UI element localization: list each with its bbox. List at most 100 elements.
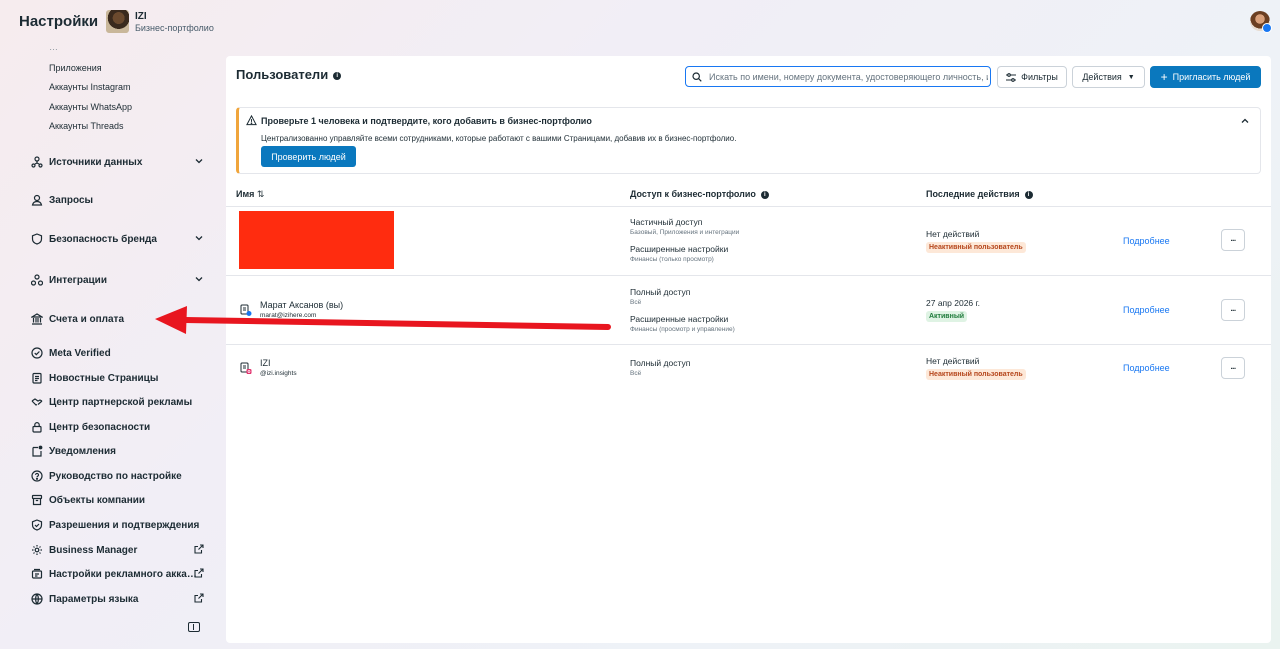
sidebar-item-label: Счета и оплата (49, 313, 125, 325)
external-link-icon (194, 593, 204, 603)
column-header-access: Доступ к бизнес-портфолио i (630, 189, 769, 199)
access-sub: Всё (630, 299, 642, 306)
gear-icon (30, 544, 43, 557)
sidebar-item-notifications[interactable]: Уведомления (30, 440, 210, 462)
sidebar-item-label: Интеграции (49, 274, 107, 286)
sidebar-item-label: Business Manager (49, 544, 138, 556)
search-icon (692, 71, 702, 82)
sidebar-item-meta-verified[interactable]: Meta Verified (30, 342, 210, 364)
instagram-account-icon (240, 362, 252, 374)
globe-icon (30, 593, 43, 606)
column-header-activity: Последние действия i (926, 189, 1033, 199)
search-field[interactable] (685, 66, 991, 87)
lock-icon (30, 421, 43, 434)
shield-icon (30, 233, 43, 246)
sidebar-item-label: Разрешения и подтверждения (49, 519, 200, 531)
last-activity: Нет действий (926, 229, 980, 239)
status-badge: Активный (926, 311, 968, 322)
last-activity: Нет действий (926, 356, 980, 366)
access-sub: Всё (630, 370, 642, 377)
sidebar-item-data-sources[interactable]: Источники данных (30, 151, 210, 173)
invite-people-button[interactable]: + Пригласить людей (1150, 66, 1261, 88)
sidebar-item-language[interactable]: Параметры языка (30, 588, 210, 610)
filters-label: Фильтры (1021, 72, 1058, 82)
sidebar-item-label: Meta Verified (49, 347, 111, 359)
sidebar-sub-instagram[interactable]: Аккаунты Instagram (49, 82, 131, 92)
review-people-button[interactable]: Проверить людей (261, 146, 356, 167)
sidebar-item-partner-ads[interactable]: Центр партнерской рекламы (30, 391, 210, 413)
info-icon[interactable]: i (760, 190, 769, 199)
review-people-alert: Проверьте 1 человека и подтвердите, кого… (236, 107, 1261, 174)
actions-button[interactable]: Действия ▼ (1072, 66, 1145, 88)
chevron-up-icon[interactable] (1240, 116, 1250, 126)
sidebar-item-integrations[interactable]: Интеграции (30, 269, 210, 291)
divider (226, 344, 1271, 345)
user-avatar[interactable] (1250, 11, 1272, 33)
actions-label: Действия (1082, 72, 1122, 82)
last-activity: 27 апр 2026 г. (926, 298, 980, 308)
column-header-name[interactable]: Имя ⇅ (236, 189, 264, 200)
alert-title: Проверьте 1 человека и подтвердите, кого… (261, 116, 592, 126)
filters-button[interactable]: Фильтры (997, 66, 1067, 88)
business-name[interactable]: IZI (135, 11, 147, 22)
user-email: marat@izihere.com (260, 312, 317, 319)
sidebar-item-billing[interactable]: Счета и оплата (30, 308, 210, 330)
access-title: Частичный доступ (630, 217, 703, 227)
sidebar-item-setup-guide[interactable]: Руководство по настройке (30, 465, 210, 487)
sort-icon: ⇅ (256, 189, 265, 199)
users-panel: Пользователи i Фильтры Действия ▼ + Пригл… (226, 56, 1271, 643)
sidebar-item-label: Центр партнерской рекламы (49, 396, 193, 408)
sidebar-item-requests[interactable]: Запросы (30, 189, 210, 211)
sidebar-item-label: Руководство по настройке (49, 470, 182, 482)
info-icon[interactable]: i (333, 71, 342, 80)
more-options-button[interactable]: ··· (1221, 299, 1245, 321)
details-link[interactable]: Подробнее (1123, 363, 1170, 373)
chevron-down-icon (195, 277, 203, 282)
sidebar-item-business-manager[interactable]: Business Manager (30, 539, 210, 561)
business-type: Бизнес-портфолио (135, 23, 214, 33)
facebook-badge-icon (1262, 23, 1272, 33)
column-name-label: Имя (236, 189, 255, 199)
archive-icon (30, 494, 43, 507)
sidebar-item-permissions[interactable]: Разрешения и подтверждения (30, 514, 210, 536)
handshake-icon (30, 396, 43, 409)
top-bar: Настройки IZI Бизнес-портфолио (0, 0, 1280, 44)
sidebar-item-news-pages[interactable]: Новостные Страницы (30, 367, 210, 389)
extra-access-title: Расширенные настройки (630, 244, 729, 254)
panel-title: Пользователи i (236, 67, 342, 82)
ad-settings-icon (30, 568, 43, 581)
more-options-button[interactable]: ··· (1221, 229, 1245, 251)
sidebar-sub-threads[interactable]: Аккаунты Threads (49, 121, 124, 131)
sidebar-item-label: Источники данных (49, 156, 143, 168)
sidebar-item-label: Настройки рекламного акка… (49, 568, 197, 580)
user-name: Марат Аксанов (вы) (260, 300, 344, 310)
integrations-icon (30, 274, 43, 287)
alert-text: Централизованно управляйте всеми сотрудн… (261, 134, 737, 143)
news-icon (30, 372, 43, 385)
sidebar-sub-apps[interactable]: Приложения (49, 63, 102, 73)
status-badge: Неактивный пользователь (926, 369, 1026, 380)
more-options-button[interactable]: ··· (1221, 357, 1245, 379)
search-input[interactable] (706, 70, 990, 83)
access-title: Полный доступ (630, 287, 691, 297)
divider (226, 206, 1271, 207)
plus-icon: + (1160, 69, 1168, 84)
info-icon[interactable]: i (1024, 190, 1033, 199)
chevron-down-icon (195, 159, 203, 164)
details-link[interactable]: Подробнее (1123, 236, 1170, 246)
users-title: Пользователи (236, 67, 329, 82)
sidebar-item-security-center[interactable]: Центр безопасности (30, 416, 210, 438)
column-activity-label: Последние действия (926, 189, 1020, 199)
sidebar-sub-whatsapp[interactable]: Аккаунты WhatsApp (49, 102, 132, 112)
status-badge: Неактивный пользователь (926, 242, 1026, 253)
sidebar-item-company-objects[interactable]: Объекты компании (30, 489, 210, 511)
sidebar-item-brand-safety[interactable]: Безопасность бренда (30, 228, 210, 250)
divider (226, 275, 1271, 276)
collapse-sidebar-icon[interactable] (188, 622, 200, 632)
filter-icon (1006, 72, 1017, 82)
sidebar-item-ad-account-settings[interactable]: Настройки рекламного акка… (30, 563, 210, 585)
invite-label: Пригласить людей (1172, 72, 1251, 82)
details-link[interactable]: Подробнее (1123, 305, 1170, 315)
business-avatar[interactable] (106, 10, 129, 33)
page-title: Настройки (19, 13, 99, 30)
